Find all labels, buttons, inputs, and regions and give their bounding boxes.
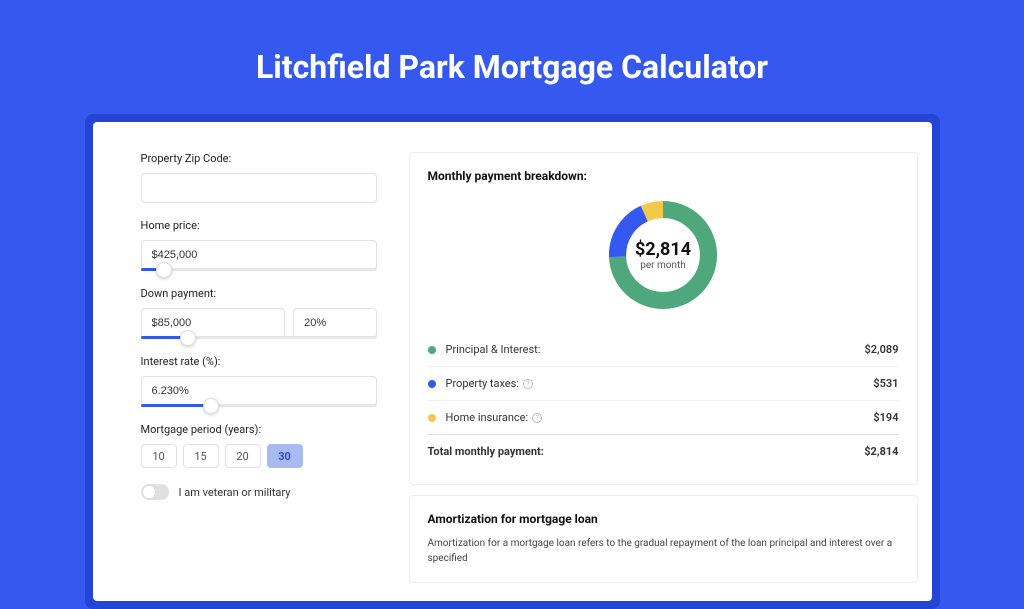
period-label: Mortgage period (years):	[141, 423, 377, 436]
zip-input[interactable]	[141, 173, 377, 203]
period-field: Mortgage period (years): 10152030	[141, 423, 377, 468]
legend-dot	[428, 380, 436, 388]
amortization-panel: Amortization for mortgage loan Amortizat…	[409, 495, 918, 583]
page-title: Litchfield Park Mortgage Calculator	[0, 0, 1024, 114]
card-wrapper: Property Zip Code: Home price: Down paym…	[85, 114, 940, 609]
donut-amount: $2,814	[635, 239, 691, 260]
breakdown-title: Monthly payment breakdown:	[428, 169, 899, 183]
interest-rate-input[interactable]	[141, 376, 377, 406]
down-payment-field: Down payment:	[141, 287, 377, 339]
veteran-label: I am veteran or military	[179, 486, 291, 499]
legend-value: $2,089	[864, 343, 898, 356]
total-label: Total monthly payment:	[428, 445, 865, 458]
period-15[interactable]: 15	[183, 444, 219, 468]
breakdown-panel: Monthly payment breakdown: $2,814 per mo…	[409, 152, 918, 485]
veteran-row: I am veteran or military	[141, 484, 377, 500]
home-price-slider[interactable]	[141, 268, 377, 271]
legend-row: Principal & Interest:$2,089	[428, 333, 899, 366]
down-payment-pct-input[interactable]	[293, 308, 376, 338]
legend-total-row: Total monthly payment:$2,814	[428, 434, 899, 468]
legend-label: Principal & Interest:	[446, 343, 865, 356]
home-price-input[interactable]	[141, 240, 377, 270]
down-payment-label: Down payment:	[141, 287, 377, 300]
down-payment-amount-input[interactable]	[141, 308, 286, 338]
home-price-label: Home price:	[141, 219, 377, 232]
interest-rate-field: Interest rate (%):	[141, 355, 377, 407]
amortization-title: Amortization for mortgage loan	[428, 512, 899, 526]
legend-value: $194	[873, 411, 898, 424]
info-icon[interactable]: ?	[523, 379, 533, 389]
legend-dot	[428, 346, 436, 354]
total-value: $2,814	[864, 445, 898, 458]
zip-field: Property Zip Code:	[141, 152, 377, 203]
legend-label: Property taxes:?	[446, 377, 874, 390]
legend-dot	[428, 414, 436, 422]
legend-value: $531	[873, 377, 898, 390]
period-10[interactable]: 10	[141, 444, 177, 468]
breakdown-legend: Principal & Interest:$2,089Property taxe…	[428, 333, 899, 468]
period-20[interactable]: 20	[225, 444, 261, 468]
interest-rate-slider[interactable]	[141, 404, 377, 407]
results-column: Monthly payment breakdown: $2,814 per mo…	[401, 122, 932, 601]
legend-row: Property taxes:?$531	[428, 366, 899, 400]
down-payment-slider[interactable]	[141, 336, 377, 339]
legend-label: Home insurance:?	[446, 411, 874, 424]
info-icon[interactable]: ?	[532, 413, 542, 423]
veteran-toggle[interactable]	[141, 484, 169, 500]
home-price-field: Home price:	[141, 219, 377, 271]
donut-subtext: per month	[640, 260, 686, 271]
calculator-card: Property Zip Code: Home price: Down paym…	[93, 122, 932, 601]
legend-row: Home insurance:?$194	[428, 400, 899, 434]
form-column: Property Zip Code: Home price: Down paym…	[93, 122, 401, 601]
zip-label: Property Zip Code:	[141, 152, 377, 165]
period-30[interactable]: 30	[267, 444, 303, 468]
interest-rate-label: Interest rate (%):	[141, 355, 377, 368]
donut-chart: $2,814 per month	[428, 187, 899, 327]
amortization-text: Amortization for a mortgage loan refers …	[428, 536, 899, 566]
